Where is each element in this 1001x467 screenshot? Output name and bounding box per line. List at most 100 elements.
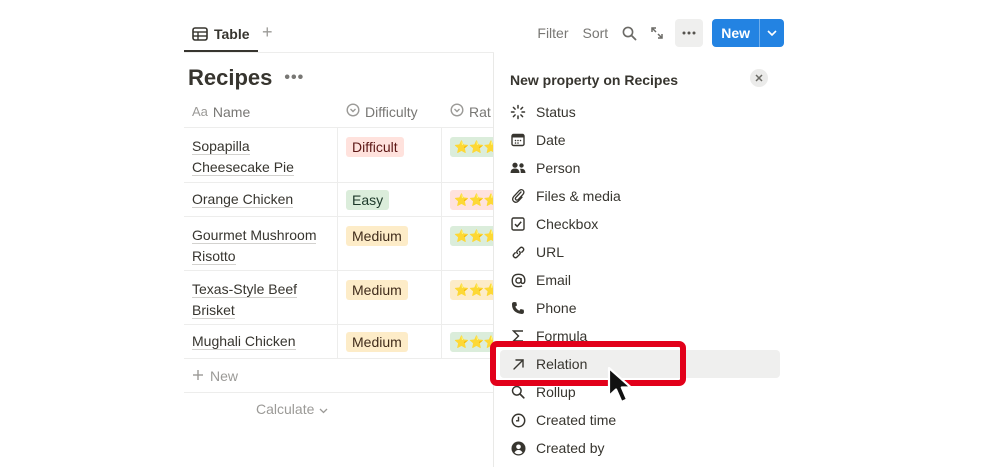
highlight-callout	[490, 341, 686, 386]
filter-button[interactable]: Filter	[530, 19, 575, 47]
select-type-icon	[346, 103, 360, 120]
column-header-name[interactable]: Aa Name	[192, 95, 250, 128]
difficulty-cell[interactable]: Difficult	[338, 128, 442, 182]
people-icon	[510, 160, 526, 176]
tab-table-label: Table	[214, 26, 250, 42]
property-option-label: URL	[536, 244, 565, 260]
column-header-label: Name	[212, 103, 251, 120]
property-option-status[interactable]: Status	[500, 98, 780, 126]
property-option-files-media[interactable]: Files & media	[500, 182, 780, 210]
property-option-created-time[interactable]: Created time	[500, 406, 780, 434]
column-header-rating[interactable]: Rat	[450, 95, 491, 128]
panel-title: New property on Recipes	[510, 72, 679, 88]
chevron-down-icon[interactable]	[760, 19, 784, 47]
search-icon[interactable]	[615, 19, 643, 47]
add-view-button[interactable]: +	[262, 22, 273, 43]
difficulty-tag: Medium	[346, 332, 408, 352]
property-option-label: Files & media	[536, 188, 621, 204]
expand-icon[interactable]	[643, 19, 671, 47]
title-more-button[interactable]: •••	[284, 69, 304, 87]
new-button[interactable]: New	[712, 19, 784, 47]
column-header-label: Rat	[469, 103, 491, 120]
at-icon	[510, 272, 526, 288]
calendar-icon	[510, 132, 526, 148]
close-icon[interactable]	[750, 69, 768, 87]
name-line: Mughali Chicken	[192, 333, 296, 350]
property-option-label: Phone	[536, 300, 577, 316]
name-cell[interactable]: Texas-Style Beef Brisket	[184, 271, 338, 324]
table-row[interactable]: Texas-Style Beef Brisket Medium ⭐⭐⭐	[184, 271, 502, 325]
more-options-button[interactable]	[675, 19, 704, 47]
plus-icon	[192, 368, 204, 384]
calculate-label: Calculate	[256, 401, 315, 417]
table-header: Aa Name Difficulty Rat	[184, 95, 494, 128]
property-type-list: Status Date Person Files & media Checkbo…	[500, 98, 780, 462]
tab-table-view[interactable]: Table	[184, 18, 258, 52]
calculate-button[interactable]: Calculate	[184, 393, 494, 425]
property-option-email[interactable]: Email	[500, 266, 780, 294]
difficulty-cell[interactable]: Medium	[338, 325, 442, 358]
property-option-label: Rollup	[536, 384, 576, 400]
recipes-table: Aa Name Difficulty Rat Sopapilla Cheesec…	[184, 95, 502, 425]
paperclip-icon	[510, 188, 526, 204]
name-line: Risotto	[192, 248, 236, 265]
name-cell[interactable]: Mughali Chicken	[184, 325, 338, 358]
table-row[interactable]: Sopapilla Cheesecake Pie Difficult ⭐⭐⭐	[184, 128, 502, 183]
difficulty-cell[interactable]: Easy	[338, 183, 442, 216]
chevron-down-icon	[319, 401, 328, 417]
difficulty-cell[interactable]: Medium	[338, 217, 442, 270]
ellipsis-icon	[682, 31, 696, 35]
name-cell[interactable]: Sopapilla Cheesecake Pie	[184, 128, 338, 182]
checkbox-icon	[510, 216, 526, 232]
table-icon	[192, 27, 208, 41]
property-option-checkbox[interactable]: Checkbox	[500, 210, 780, 238]
difficulty-tag: Medium	[346, 280, 408, 300]
name-cell[interactable]: Orange Chicken	[184, 183, 338, 216]
table-row[interactable]: Orange Chicken Easy ⭐⭐⭐	[184, 183, 502, 217]
add-row-button[interactable]: New	[184, 359, 494, 393]
phone-icon	[510, 300, 526, 316]
name-line: Brisket	[192, 302, 235, 319]
property-option-label: Created by	[536, 440, 605, 456]
user-circle-icon	[510, 440, 526, 456]
property-option-label: Checkbox	[536, 216, 599, 232]
toolbar-divider	[184, 52, 494, 53]
property-option-date[interactable]: Date	[500, 126, 780, 154]
property-option-person[interactable]: Person	[500, 154, 780, 182]
search-icon	[510, 384, 526, 400]
difficulty-tag: Easy	[346, 190, 390, 210]
sort-button[interactable]: Sort	[576, 19, 616, 47]
link-icon	[510, 244, 526, 260]
property-option-label: Person	[536, 160, 581, 176]
status-icon	[510, 104, 526, 120]
difficulty-tag: Medium	[346, 226, 408, 246]
property-option-label: Email	[536, 272, 572, 288]
difficulty-cell[interactable]: Medium	[338, 271, 442, 324]
view-toolbar: Table + Filter Sort New	[184, 18, 784, 52]
name-line: Orange Chicken	[192, 191, 294, 208]
add-row-label: New	[210, 367, 239, 384]
mouse-pointer-icon	[606, 366, 640, 411]
column-header-label: Difficulty	[365, 103, 418, 120]
select-type-icon	[450, 103, 464, 120]
property-option-phone[interactable]: Phone	[500, 294, 780, 322]
property-option-label: Date	[536, 132, 566, 148]
database-title-row: Recipes •••	[188, 65, 304, 91]
clock-icon	[510, 412, 526, 428]
name-line: Texas-Style Beef	[192, 281, 298, 298]
property-option-label: Status	[536, 104, 576, 120]
difficulty-tag: Difficult	[346, 137, 404, 157]
new-button-label: New	[712, 19, 760, 47]
property-option-label: Created time	[536, 412, 617, 428]
property-option-created-by[interactable]: Created by	[500, 434, 780, 462]
name-line: Gourmet Mushroom	[192, 227, 317, 244]
table-row[interactable]: Mughali Chicken Medium ⭐⭐⭐	[184, 325, 502, 359]
name-cell[interactable]: Gourmet Mushroom Risotto	[184, 217, 338, 270]
name-line: Cheesecake Pie	[192, 159, 294, 176]
column-header-difficulty[interactable]: Difficulty	[346, 95, 418, 128]
name-line: Sopapilla	[192, 138, 250, 155]
property-option-url[interactable]: URL	[500, 238, 780, 266]
table-row[interactable]: Gourmet Mushroom Risotto Medium ⭐⭐⭐	[184, 217, 502, 271]
text-type-icon: Aa	[192, 104, 208, 119]
page-title[interactable]: Recipes	[188, 65, 272, 91]
